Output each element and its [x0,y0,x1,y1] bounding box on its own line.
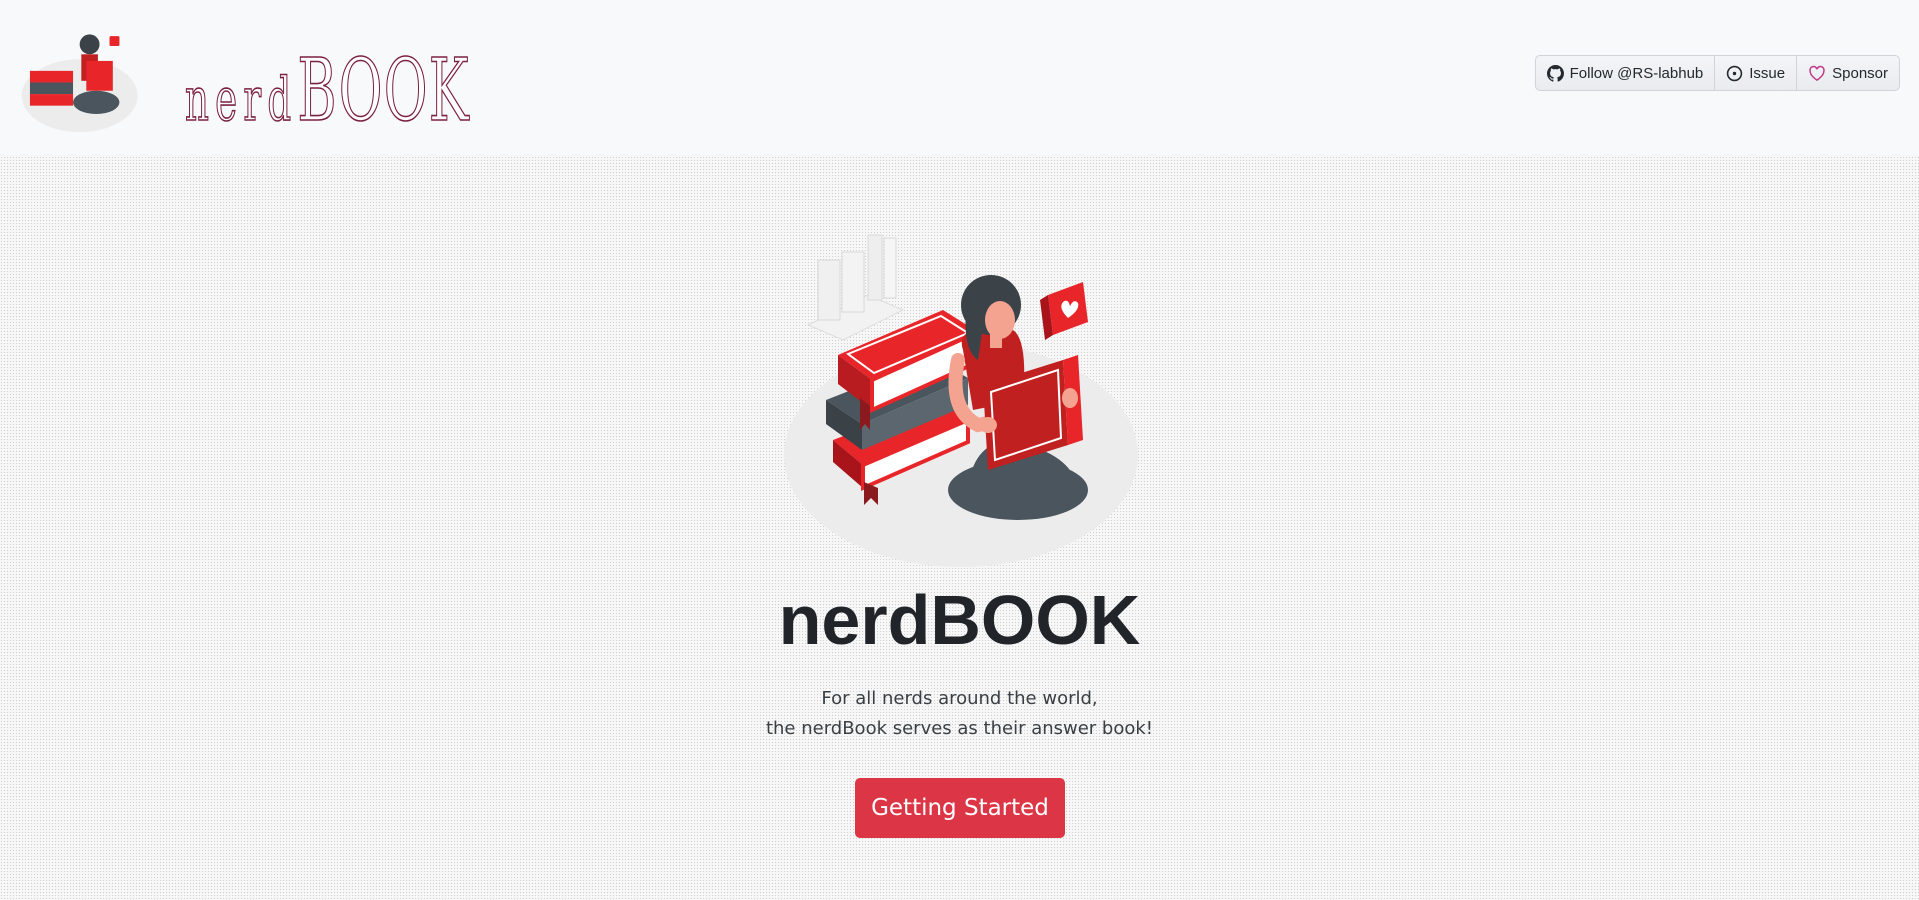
issue-button[interactable]: Issue [1714,55,1798,91]
hero-illustration [784,234,1138,567]
hero-title: nerdBOOK [778,581,1141,659]
github-button-group: Follow @RS-labhub Issue Sponsor [1534,55,1900,91]
github-icon [1546,64,1564,82]
hero-subtitle-line-1: For all nerds around the world, [821,688,1098,709]
brand-logo-link[interactable]: nerdBOOK [20,20,480,135]
bookshelf-stand [806,234,905,341]
follow-button[interactable]: Follow @RS-labhub [1534,55,1716,91]
issue-opened-icon [1727,65,1743,81]
sponsor-label: Sponsor [1832,64,1888,82]
hero-subtitle: For all nerds around the world, the nerd… [0,684,1919,744]
heart-icon [1809,65,1825,81]
issue-label: Issue [1749,64,1786,82]
getting-started-button[interactable]: Getting Started [855,778,1065,838]
logo-illustration [21,34,138,133]
follow-label: Follow @RS-labhub [1569,64,1704,82]
brand-wordmark-small: nerd [185,65,298,135]
brand-wordmark-large: BOOK [297,41,470,141]
sponsor-button[interactable]: Sponsor [1796,55,1900,91]
hero-subtitle-line-2: the nerdBook serves as their answer book… [765,718,1154,739]
brand-wordmark: nerdBOOK [185,47,470,135]
navbar: nerdBOOK Follow @RS-labhub Issue Sponsor [0,0,1919,155]
heart-bubble [1040,282,1088,340]
